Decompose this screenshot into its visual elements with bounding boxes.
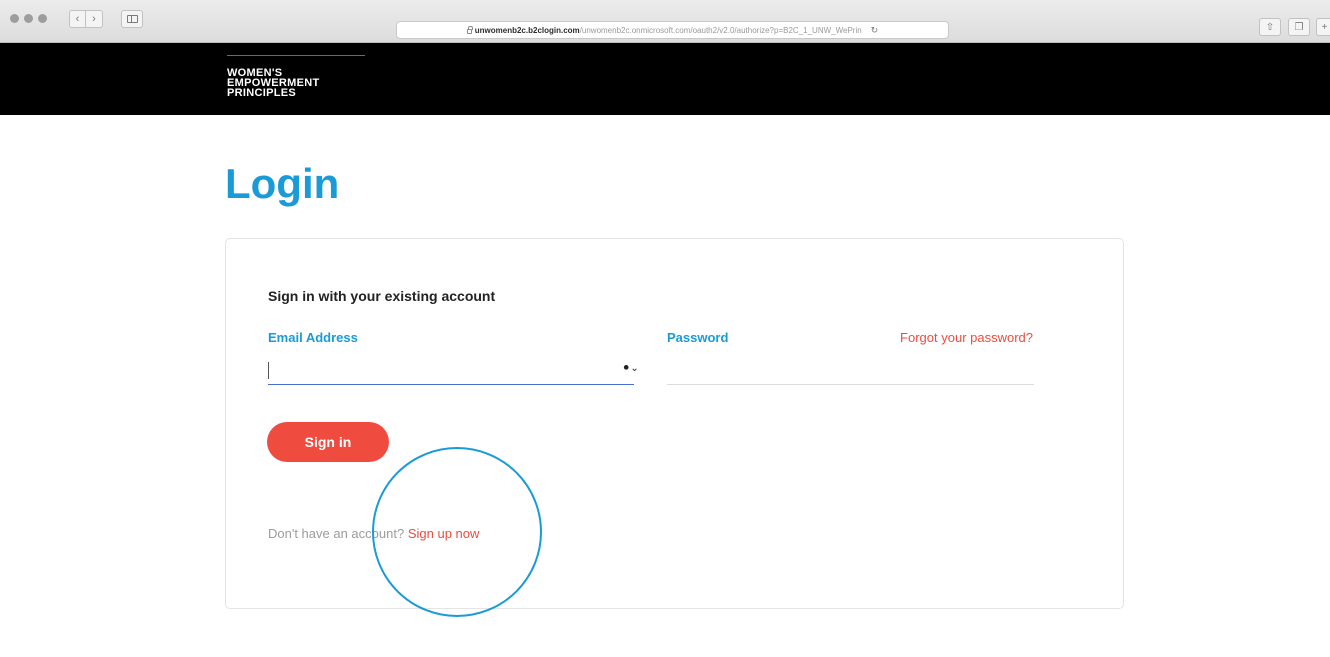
lock-icon	[466, 25, 473, 34]
chevron-right-icon: ›	[92, 12, 96, 25]
back-button[interactable]: ‹	[69, 10, 86, 28]
password-field[interactable]	[667, 357, 1034, 385]
address-bar[interactable]: unwomenb2c.b2clogin.com /unwomenb2c.onmi…	[396, 21, 949, 39]
email-label: Email Address	[268, 330, 358, 345]
share-button[interactable]: ⇧	[1259, 18, 1281, 36]
email-field[interactable]	[268, 357, 634, 385]
forgot-password-link[interactable]: Forgot your password?	[900, 330, 1033, 345]
password-label: Password	[667, 330, 729, 345]
share-icon: ⇧	[1265, 21, 1275, 33]
logo-divider	[227, 55, 365, 56]
login-card: Sign in with your existing account Email…	[225, 238, 1124, 609]
site-header: WOMEN'S EMPOWERMENT PRINCIPLES	[0, 43, 1330, 115]
text-caret	[268, 362, 269, 379]
sidebar-button[interactable]	[121, 10, 143, 28]
close-window-button[interactable]	[10, 14, 19, 23]
browser-toolbar: ‹ › unwomenb2c.b2clogin.com /unwomenb2c.…	[0, 0, 1330, 43]
reload-icon[interactable]: ↻	[871, 25, 879, 36]
plus-icon: +	[1321, 21, 1328, 33]
minimize-window-button[interactable]	[24, 14, 33, 23]
forward-button[interactable]: ›	[86, 10, 103, 28]
tabs-icon: ❐	[1294, 21, 1304, 33]
signup-prompt-text: Don't have an account?	[268, 526, 405, 541]
page-title: Login	[225, 160, 340, 207]
chevron-left-icon: ‹	[75, 12, 80, 25]
key-icon[interactable]: ⚫⌄	[622, 362, 639, 376]
url-domain: unwomenb2c.b2clogin.com	[474, 25, 580, 35]
logo-line-3: PRINCIPLES	[227, 87, 297, 99]
sign-in-button[interactable]: Sign in	[267, 422, 389, 462]
form-heading: Sign in with your existing account	[268, 288, 496, 304]
signup-prompt: Don't have an account? Sign up now	[268, 526, 479, 541]
zoom-window-button[interactable]	[38, 14, 47, 23]
site-logo[interactable]: WOMEN'S EMPOWERMENT PRINCIPLES	[227, 68, 320, 99]
window-controls	[10, 14, 47, 23]
sign-up-link[interactable]: Sign up now	[408, 526, 480, 541]
new-tab-button[interactable]: +	[1316, 18, 1330, 36]
url-path: /unwomenb2c.onmicrosoft.com/oauth2/v2.0/…	[579, 25, 862, 35]
show-tabs-button[interactable]: ❐	[1288, 18, 1310, 36]
sidebar-icon	[126, 15, 138, 23]
